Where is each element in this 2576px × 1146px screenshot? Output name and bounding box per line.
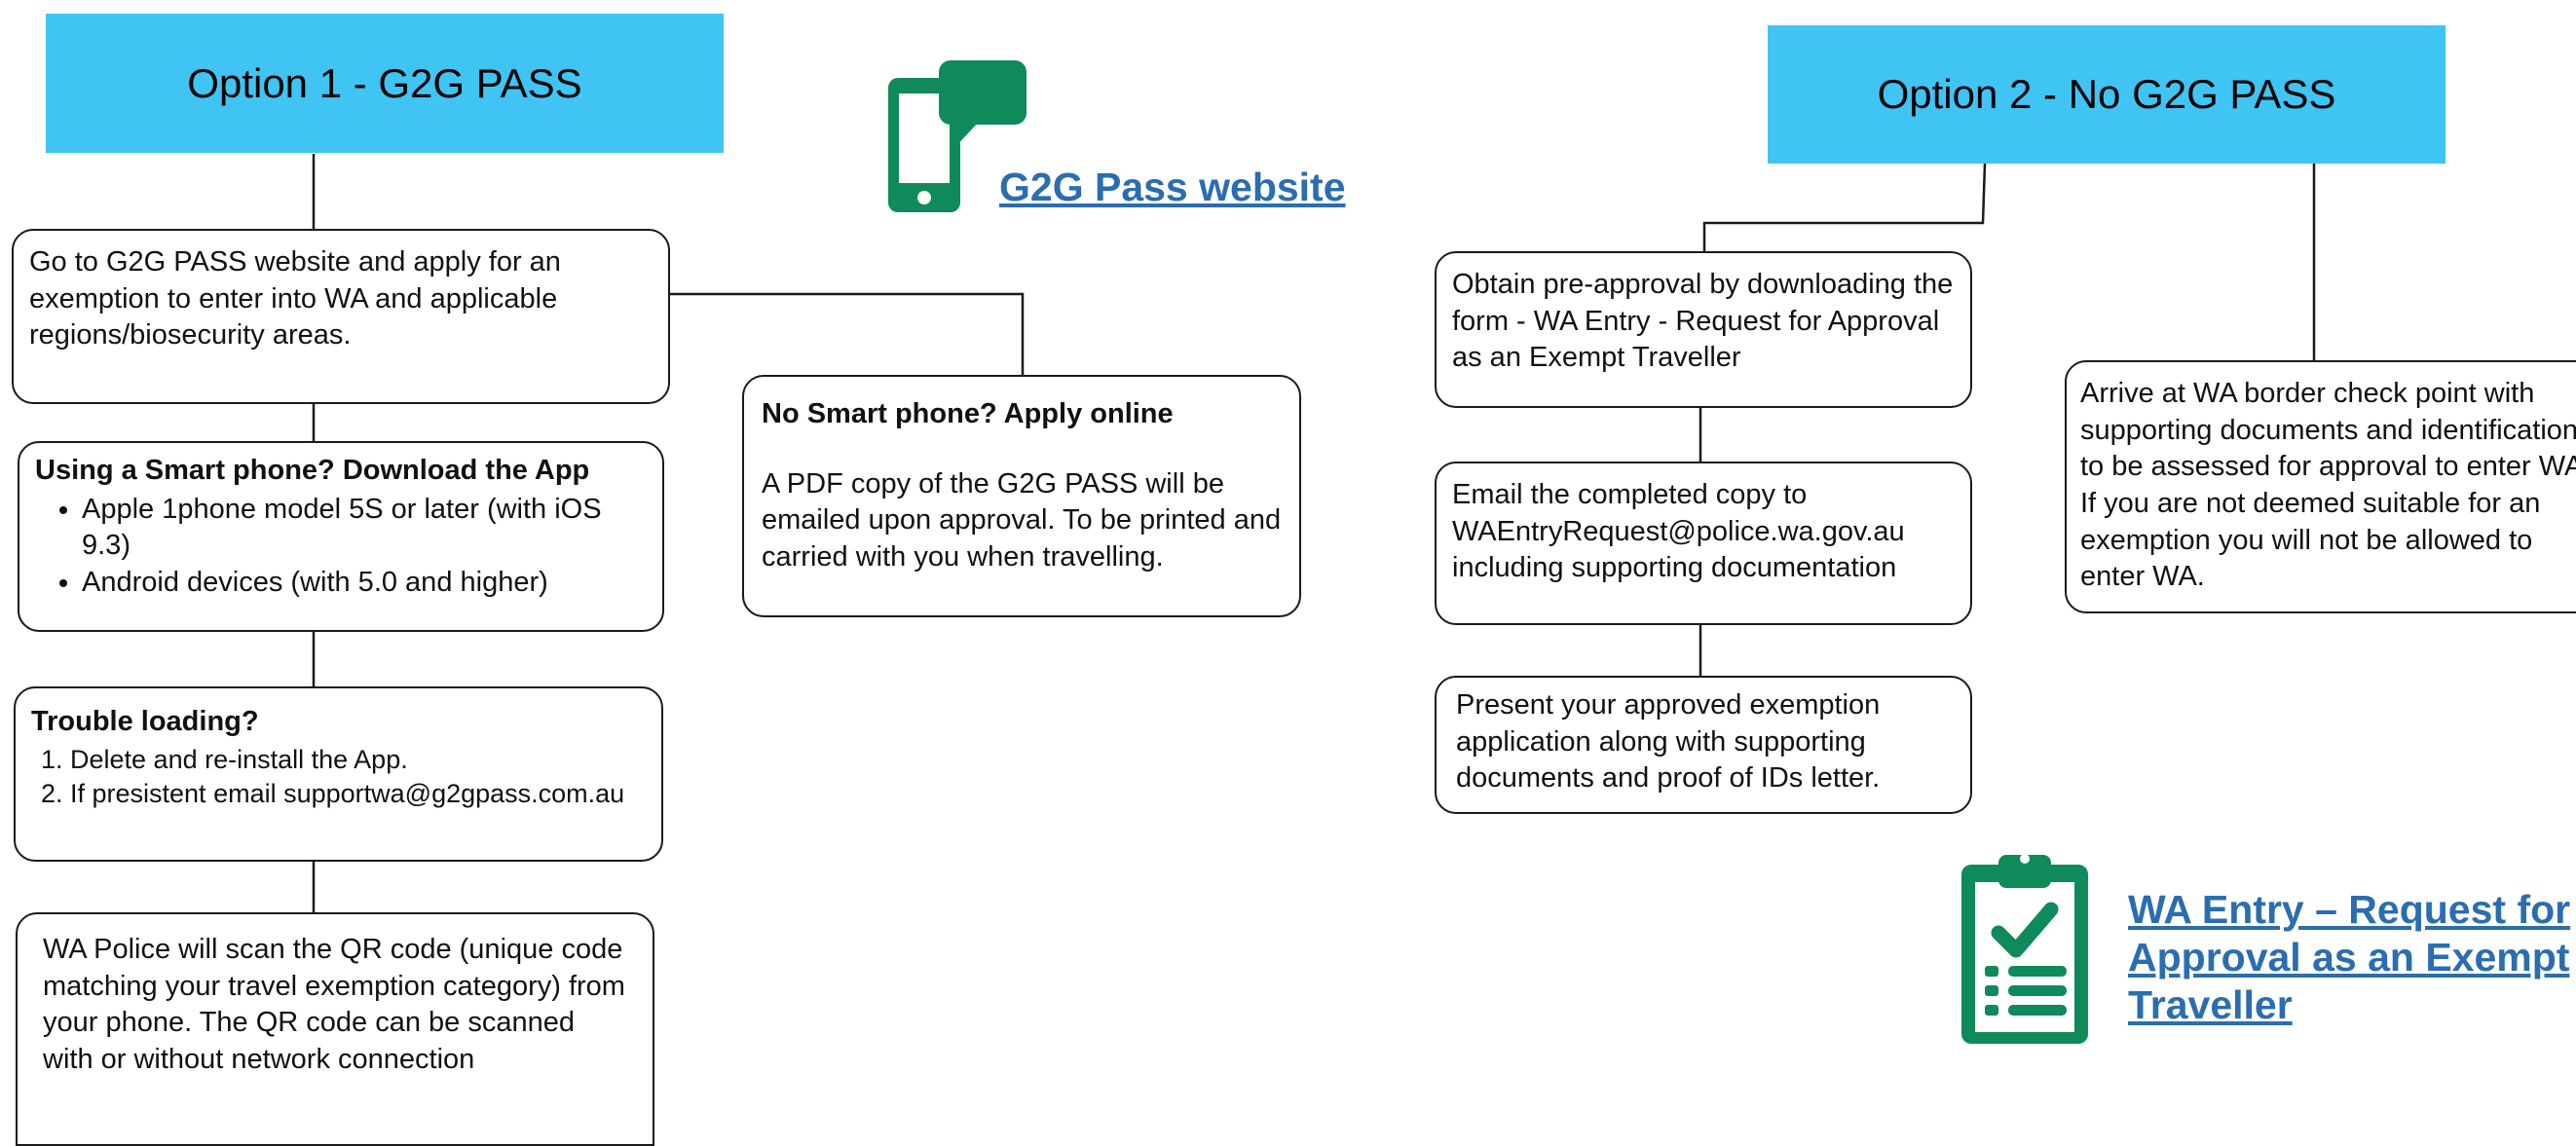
option1-qr-scan-text: WA Police will scan the QR code (unique … <box>43 934 625 1076</box>
list-item: Apple 1phone model 5S or later (with iOS… <box>82 492 647 565</box>
option1-title: Option 1 - G2G PASS <box>187 59 582 106</box>
option1-trouble-heading: Trouble loading? <box>31 706 259 737</box>
option2-present-box: Present your approved exemption applicat… <box>1435 676 1972 814</box>
option1-qr-scan-box: WA Police will scan the QR code (unique … <box>16 912 654 1146</box>
option1-step1-text: Go to G2G PASS website and apply for an … <box>29 246 561 351</box>
clipboard-checklist-icon <box>1961 854 2088 1044</box>
list-item: Delete and re-install the App. <box>70 743 646 777</box>
option2-email-box: Email the completed copy to WAEntryReque… <box>1435 462 1972 625</box>
option1-step1-box: Go to G2G PASS website and apply for an … <box>12 229 670 404</box>
option1-smartphone-heading: Using a Smart phone? Download the App <box>35 455 590 486</box>
option1-smartphone-box: Using a Smart phone? Download the App Ap… <box>18 441 664 632</box>
device-requirements-list: Apple 1phone model 5S or later (with iOS… <box>35 492 647 602</box>
option2-border-checkpoint-box: Arrive at WA border check point with sup… <box>2065 360 2576 613</box>
option2-header: Option 2 - No G2G PASS <box>1768 25 2445 164</box>
list-item: If presistent email supportwa@g2gpass.co… <box>70 777 646 811</box>
option1-header: Option 1 - G2G PASS <box>46 14 724 153</box>
list-item: Android devices (with 5.0 and higher) <box>82 565 647 602</box>
no-smartphone-heading: No Smart phone? Apply online <box>762 398 1174 429</box>
option2-title: Option 2 - No G2G PASS <box>1877 71 2336 117</box>
no-smartphone-text: A PDF copy of the G2G PASS will be email… <box>762 467 1282 573</box>
troubleshooting-list: Delete and re-install the App. If presis… <box>31 743 646 811</box>
option1-trouble-box: Trouble loading? Delete and re-install t… <box>14 686 663 862</box>
option2-present-text: Present your approved exemption applicat… <box>1456 689 1881 795</box>
wa-entry-form-link[interactable]: WA Entry – Request for Approval as an Ex… <box>2128 886 2576 1030</box>
no-smartphone-box: No Smart phone? Apply online A PDF copy … <box>742 375 1301 617</box>
option2-email-text: Email the completed copy to WAEntryReque… <box>1452 479 1905 584</box>
option2-preapproval-box: Obtain pre-approval by downloading the f… <box>1435 251 1972 408</box>
option2-preapproval-text: Obtain pre-approval by downloading the f… <box>1452 269 1954 374</box>
g2g-pass-website-link[interactable]: G2G Pass website <box>999 164 1346 211</box>
option2-border-checkpoint-text: Arrive at WA border check point with sup… <box>2080 378 2576 593</box>
